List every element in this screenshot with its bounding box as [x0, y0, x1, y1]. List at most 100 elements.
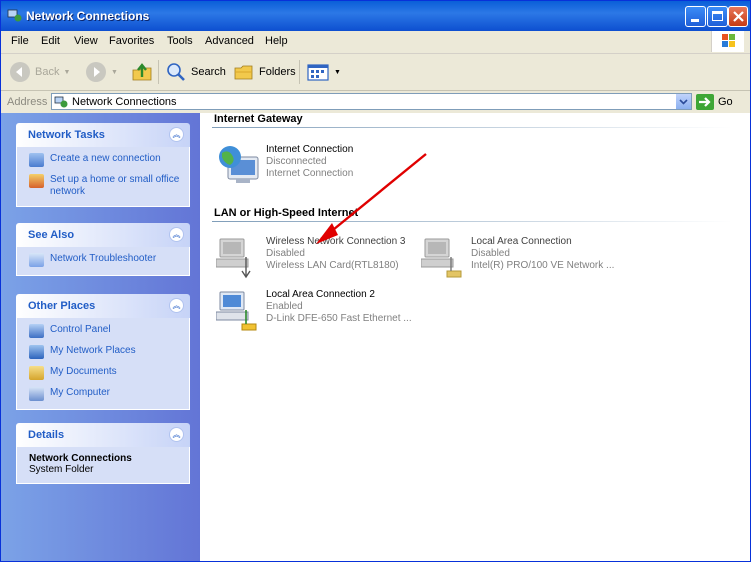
group-internet-gateway-title: Internet Gateway: [214, 113, 303, 125]
forward-button[interactable]: ▼: [85, 60, 118, 84]
menu-edit[interactable]: Edit: [41, 35, 60, 47]
group-divider: [212, 221, 732, 222]
my-documents-label: My Documents: [50, 366, 117, 377]
views-dropdown-icon: ▼: [334, 68, 341, 76]
connection-device: Wireless LAN Card(RTL8180): [266, 260, 399, 271]
other-places-title: Other Places: [28, 300, 96, 312]
network-computer-icon: [216, 238, 251, 279]
connection-device: D-Link DFE-650 Fast Ethernet ...: [266, 313, 412, 324]
network-computer-icon: [216, 291, 257, 331]
control-panel-icon: [29, 324, 44, 338]
help-icon: [29, 253, 44, 267]
network-tasks-header[interactable]: Network Tasks ︽: [16, 123, 190, 147]
back-button[interactable]: Back ▼: [9, 60, 70, 84]
close-button[interactable]: [728, 6, 748, 27]
address-value: Network Connections: [72, 96, 177, 108]
details-name: Network Connections: [29, 453, 132, 464]
minimize-button[interactable]: [685, 6, 706, 27]
go-icon: [696, 94, 714, 110]
control-panel-label: Control Panel: [50, 324, 111, 335]
chevron-down-icon: [679, 99, 688, 105]
globe-computer-icon: [219, 146, 259, 183]
menu-help[interactable]: Help: [265, 35, 288, 47]
menu-view[interactable]: View: [74, 35, 98, 47]
task-pane: Network Tasks ︽ Create a new connection …: [1, 113, 200, 561]
maximize-button[interactable]: [707, 6, 728, 27]
window-title: Network Connections: [26, 9, 150, 23]
connection-local-area-2[interactable]: Local Area Connection 2 Enabled D-Link D…: [216, 288, 416, 338]
connection-name: Local Area Connection: [471, 236, 572, 247]
menu-favorites[interactable]: Favorites: [109, 35, 154, 47]
title-bar: Network Connections: [1, 1, 750, 31]
connections-view: Internet Gateway Internet Connection Dis…: [200, 113, 750, 561]
forward-dropdown-icon: ▼: [111, 68, 118, 76]
connection-name: Local Area Connection 2: [266, 289, 375, 300]
group-lan-title: LAN or High-Speed Internet: [214, 207, 359, 219]
address-dropdown-button[interactable]: [676, 94, 691, 109]
chevron-up-icon[interactable]: ︽: [169, 298, 184, 313]
minimize-icon: [691, 19, 699, 22]
back-dropdown-icon: ▼: [63, 68, 71, 76]
see-also-panel: See Also ︽ Network Troubleshooter: [16, 223, 190, 276]
connection-status: Disabled: [471, 248, 510, 259]
network-connections-icon: [7, 9, 22, 22]
address-field[interactable]: Network Connections: [51, 93, 692, 110]
close-icon: [733, 11, 744, 22]
views-button[interactable]: ▼: [306, 60, 341, 84]
new-connection-icon: [29, 153, 44, 167]
create-connection-label: Create a new connection: [50, 153, 161, 164]
details-title: Details: [28, 429, 65, 441]
folders-button[interactable]: Folders: [233, 60, 296, 84]
details-type: System Folder: [29, 464, 94, 475]
menu-tools[interactable]: Tools: [167, 35, 193, 47]
folders-icon: [234, 65, 253, 80]
chevron-up-icon[interactable]: ︽: [169, 427, 184, 442]
my-documents-link[interactable]: My Documents: [29, 366, 181, 380]
connection-wireless-3[interactable]: Wireless Network Connection 3 Disabled W…: [216, 235, 416, 285]
connection-name: Internet Connection: [266, 144, 354, 155]
network-tasks-title: Network Tasks: [28, 129, 105, 141]
troubleshooter-label: Network Troubleshooter: [50, 253, 157, 264]
address-bar: Address Network Connections Go: [1, 91, 750, 114]
details-panel: Details ︽ Network Connections System Fol…: [16, 423, 190, 484]
create-connection-link[interactable]: Create a new connection: [29, 153, 181, 167]
connection-status: Disabled: [266, 248, 305, 259]
connection-device: Intel(R) PRO/100 VE Network ...: [471, 260, 615, 271]
up-folder-icon: [132, 63, 152, 81]
up-button[interactable]: [131, 60, 153, 84]
home-network-label: Set up a home or small office network: [50, 174, 180, 197]
connection-device: Internet Connection: [266, 168, 354, 179]
explorer-window: Network Connections File Edit View Favor…: [0, 0, 751, 562]
windows-logo-icon: [711, 31, 744, 52]
my-network-places-label: My Network Places: [50, 345, 136, 356]
chevron-up-icon[interactable]: ︽: [169, 227, 184, 242]
network-places-icon: [29, 345, 44, 359]
home-network-icon: [29, 174, 44, 188]
network-connections-icon: [54, 96, 68, 108]
troubleshooter-link[interactable]: Network Troubleshooter: [29, 253, 181, 267]
network-computer-icon: [421, 238, 462, 278]
chevron-up-icon[interactable]: ︽: [169, 127, 184, 142]
search-button[interactable]: Search: [165, 60, 226, 84]
back-label: Back: [35, 66, 60, 78]
other-places-panel: Other Places ︽ Control Panel My Network …: [16, 294, 190, 410]
my-computer-link[interactable]: My Computer: [29, 387, 181, 401]
menu-file[interactable]: File: [11, 35, 29, 47]
see-also-title: See Also: [28, 229, 75, 241]
menu-advanced[interactable]: Advanced: [205, 35, 254, 47]
search-icon: [167, 63, 185, 81]
control-panel-link[interactable]: Control Panel: [29, 324, 181, 338]
go-label: Go: [718, 96, 733, 108]
my-network-places-link[interactable]: My Network Places: [29, 345, 181, 359]
connection-local-area[interactable]: Local Area Connection Disabled Intel(R) …: [421, 235, 621, 285]
search-label: Search: [191, 66, 226, 78]
details-header[interactable]: Details ︽: [16, 423, 190, 447]
folders-label: Folders: [259, 66, 296, 78]
connection-internet[interactable]: Internet Connection Disconnected Interne…: [216, 143, 416, 193]
go-button[interactable]: Go: [696, 93, 733, 111]
other-places-header[interactable]: Other Places ︽: [16, 294, 190, 318]
see-also-header[interactable]: See Also ︽: [16, 223, 190, 247]
maximize-icon: [712, 11, 723, 21]
standard-toolbar: Back ▼ ▼ Search Folders ▼: [1, 54, 750, 91]
home-network-link[interactable]: Set up a home or small office network: [29, 174, 181, 198]
